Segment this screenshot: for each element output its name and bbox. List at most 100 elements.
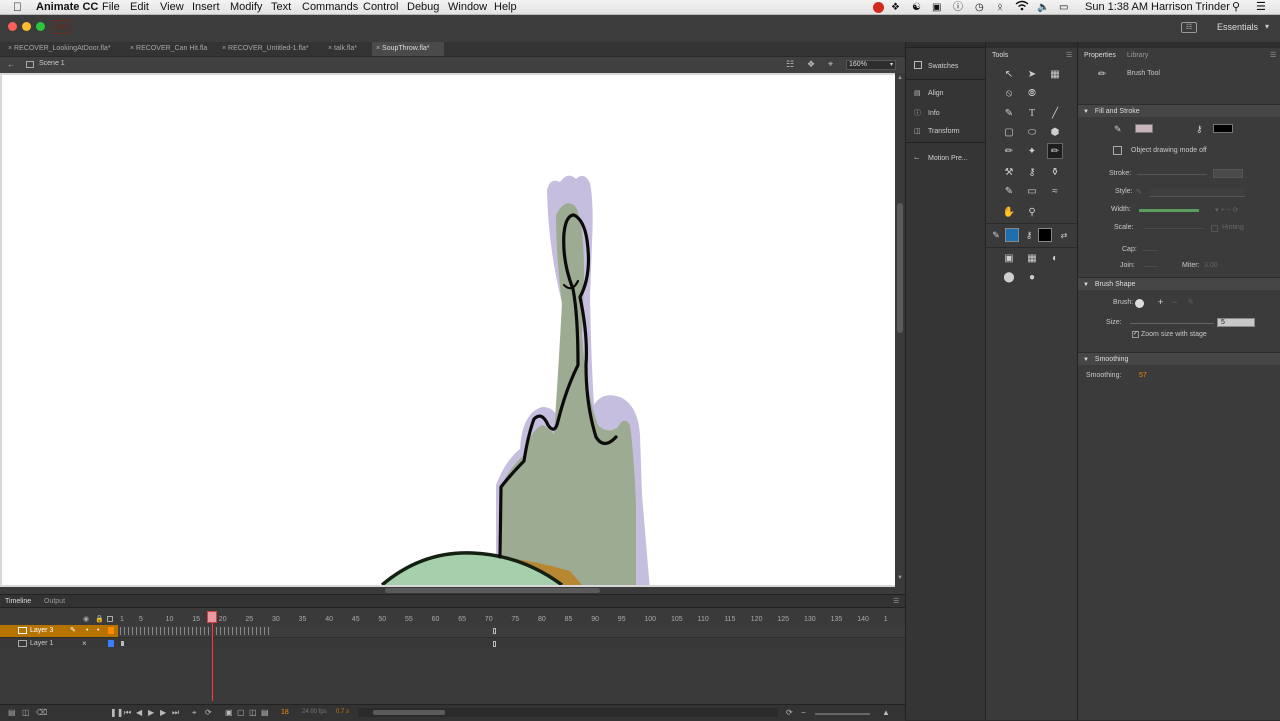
- panel-grip[interactable]: [1078, 42, 1280, 48]
- polystar-tool-icon[interactable]: ⬢: [1047, 124, 1063, 140]
- panel-menu-icon[interactable]: ☰: [1270, 51, 1276, 59]
- sync-icon[interactable]: ☯: [912, 0, 921, 15]
- volume-icon[interactable]: 🔈: [1037, 0, 1049, 15]
- pen-tool-icon[interactable]: ✎: [1001, 105, 1017, 121]
- stage-vertical-scrollbar[interactable]: ▲ ▼: [895, 73, 905, 587]
- document-tab[interactable]: × RECOVER_Can Hit.fla: [126, 42, 218, 56]
- layer-name[interactable]: Layer 3: [30, 625, 53, 637]
- close-tab-icon[interactable]: ×: [222, 45, 226, 52]
- fit-timeline-icon[interactable]: ⟳: [786, 708, 793, 717]
- elapsed-time[interactable]: 0.7 s: [336, 709, 349, 715]
- keyframe-strip[interactable]: [120, 627, 272, 635]
- paint-brush-tool-icon[interactable]: ✦: [1024, 143, 1040, 159]
- lasso-tool-icon[interactable]: ⦾: [1024, 85, 1040, 101]
- frame-rate[interactable]: 24.00 fps: [302, 709, 327, 715]
- close-tab-icon[interactable]: ×: [376, 45, 380, 52]
- oval-tool-icon[interactable]: ⬭: [1024, 124, 1040, 140]
- stage-horizontal-scrollbar[interactable]: [0, 587, 905, 594]
- workspace-chevron-icon[interactable]: ▾: [1265, 22, 1269, 31]
- bluetooth-icon[interactable]: ᛟ: [997, 0, 1003, 15]
- pause-icon[interactable]: ❚❚: [110, 708, 123, 717]
- width-profile-preview[interactable]: [1139, 209, 1199, 212]
- layer-color-swatch[interactable]: [108, 640, 114, 647]
- tab-properties[interactable]: Properties: [1084, 52, 1116, 59]
- visibility-icon[interactable]: ◉: [83, 615, 89, 623]
- selection-tool-icon[interactable]: ↖: [1001, 66, 1017, 82]
- prev-frame-icon[interactable]: ◀: [136, 708, 142, 717]
- scroll-thumb[interactable]: [897, 203, 903, 333]
- timeline-zoom-slider[interactable]: [815, 713, 870, 715]
- 3d-rotation-tool-icon[interactable]: ⦸: [1001, 85, 1017, 101]
- eraser-tool-icon[interactable]: ▭: [1024, 183, 1040, 199]
- zoom-select[interactable]: 160% ▾: [846, 60, 896, 70]
- panel-transform[interactable]: ◫ Transform: [914, 127, 960, 135]
- menu-debug[interactable]: Debug: [407, 0, 439, 15]
- zoom-in-timeline-icon[interactable]: ▲: [882, 708, 890, 717]
- smoothing-value[interactable]: 57: [1139, 372, 1147, 379]
- layer-header-selected[interactable]: Layer 3 ✎ • •: [0, 625, 118, 637]
- workspace-switcher[interactable]: Essentials: [1217, 22, 1258, 32]
- apple-icon[interactable]: : [13, 0, 22, 15]
- brush-mode-icon[interactable]: ◐: [1047, 250, 1063, 266]
- object-drawing-mode-icon[interactable]: [1113, 146, 1122, 155]
- width-profile-controls[interactable]: ▾ + − ⟳: [1215, 206, 1238, 214]
- scale-select[interactable]: [1143, 228, 1203, 229]
- menu-edit[interactable]: Edit: [130, 0, 149, 15]
- close-window-button[interactable]: [8, 22, 17, 31]
- stroke-color-swatch[interactable]: [1005, 228, 1019, 242]
- scroll-down-icon[interactable]: ▼: [897, 575, 903, 581]
- ink-bottle-tool-icon[interactable]: ⚱: [1047, 164, 1063, 180]
- brush-round-icon[interactable]: [1135, 299, 1144, 308]
- size-input[interactable]: 5: [1217, 318, 1255, 327]
- edit-multiple-frames-icon[interactable]: ◫: [249, 708, 257, 717]
- swap-colors-icon[interactable]: ⇄: [1056, 227, 1072, 243]
- section-smoothing[interactable]: ▼ Smoothing: [1078, 352, 1280, 365]
- center-frame-icon[interactable]: ⌖: [192, 708, 197, 718]
- airplay-icon[interactable]: ▭: [1059, 0, 1068, 15]
- new-layer-icon[interactable]: ▤: [8, 708, 16, 717]
- object-drawing-icon[interactable]: ▣: [1001, 250, 1017, 266]
- bone-tool-icon[interactable]: ⚒: [1001, 164, 1017, 180]
- app-menu[interactable]: Animate CC: [36, 0, 98, 15]
- scroll-thumb[interactable]: [373, 710, 445, 715]
- layer-row-3[interactable]: Layer 3 ✎ • •: [0, 625, 905, 637]
- time-machine-icon[interactable]: ◷: [975, 0, 984, 15]
- workspace-icon[interactable]: ☷: [1181, 22, 1197, 33]
- add-brush-icon[interactable]: +: [1158, 297, 1163, 307]
- scene-label[interactable]: Scene 1: [39, 60, 65, 67]
- minimize-window-button[interactable]: [22, 22, 31, 31]
- hinting-checkbox[interactable]: [1211, 225, 1218, 232]
- miter-value[interactable]: 3.00: [1204, 262, 1218, 269]
- menubar-clock[interactable]: Sun 1:38 AM: [1085, 0, 1148, 15]
- visibility-dot-icon[interactable]: •: [86, 625, 88, 637]
- close-tab-icon[interactable]: ×: [8, 45, 12, 52]
- stroke-slider[interactable]: [1137, 174, 1207, 175]
- back-arrow-icon[interactable]: ←: [7, 60, 15, 69]
- edit-brush-icon[interactable]: ✎: [1188, 298, 1194, 306]
- menu-help[interactable]: Help: [494, 0, 517, 15]
- tab-library[interactable]: Library: [1127, 52, 1148, 59]
- outline-icon[interactable]: [107, 616, 113, 622]
- delete-brush-icon[interactable]: −: [1172, 297, 1177, 307]
- panel-grip[interactable]: [986, 42, 1078, 48]
- modify-markers-icon[interactable]: ▤: [261, 708, 269, 717]
- panel-grip[interactable]: [906, 42, 986, 48]
- menu-text[interactable]: Text: [271, 0, 291, 15]
- edit-symbol-icon[interactable]: ❖: [807, 59, 815, 70]
- document-tab-active[interactable]: × SoupThrow.fla*: [372, 42, 444, 56]
- record-status-icon[interactable]: [873, 2, 884, 13]
- close-tab-icon[interactable]: ×: [328, 45, 332, 52]
- hidden-layer-icon[interactable]: ×: [82, 638, 87, 650]
- lock-dot-icon[interactable]: •: [97, 625, 99, 637]
- pencil-tool-icon[interactable]: ✏: [1001, 143, 1017, 159]
- width-tool-icon[interactable]: ≈: [1047, 183, 1063, 199]
- current-frame[interactable]: 18: [281, 709, 289, 716]
- zoom-size-checkbox[interactable]: ✓: [1132, 331, 1139, 338]
- panel-align[interactable]: ▤ Align: [914, 89, 944, 97]
- wifi-icon[interactable]: [1015, 0, 1029, 11]
- rectangle-tool-icon[interactable]: ▢: [1001, 124, 1017, 140]
- layer-color-swatch[interactable]: [108, 627, 114, 634]
- scroll-thumb[interactable]: [385, 588, 600, 593]
- style-select[interactable]: [1150, 188, 1245, 197]
- zoom-window-button[interactable]: [36, 22, 45, 31]
